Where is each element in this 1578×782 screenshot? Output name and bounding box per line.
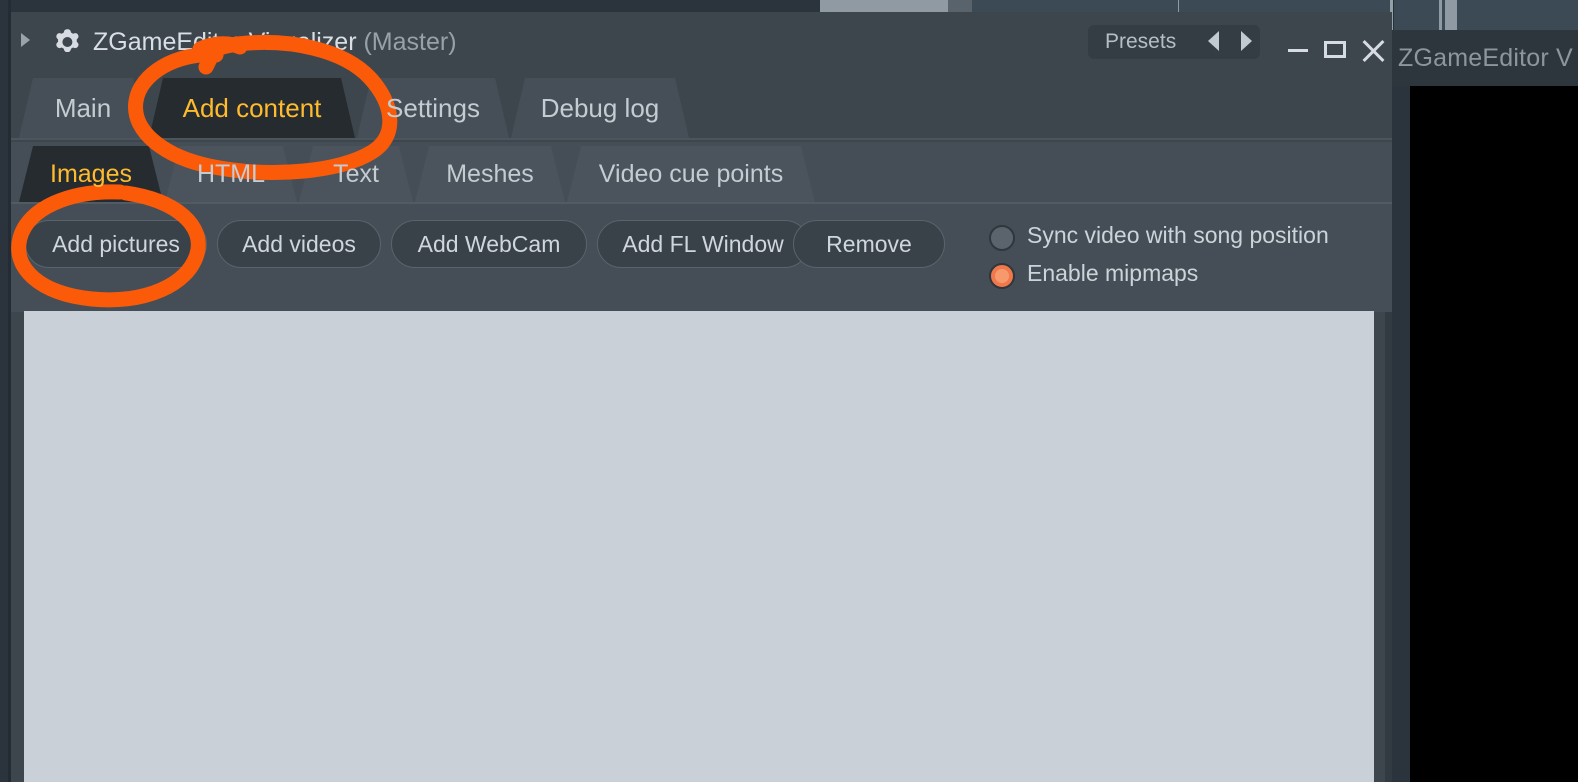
tab-add-content[interactable]: Add content xyxy=(149,78,355,138)
content-toolbar: Add pictures Add videos Add WebCam Add FL W… xyxy=(11,204,1392,312)
radio-button-icon[interactable] xyxy=(989,263,1015,289)
window-title-suffix: (Master) xyxy=(363,28,457,56)
option-enable-mipmaps[interactable]: Enable mipmaps xyxy=(989,260,1409,294)
subtab-label: Images xyxy=(50,159,132,188)
presets-label[interactable]: Presets xyxy=(1105,25,1176,59)
tab-main[interactable]: Main xyxy=(19,78,147,138)
tab-label: Add content xyxy=(182,92,322,123)
subtab-meshes[interactable]: Meshes xyxy=(415,146,565,202)
subtab-html[interactable]: HTML xyxy=(165,146,297,202)
primary-tab-underline xyxy=(11,138,1392,140)
add-fl-window-button[interactable]: Add FL Window xyxy=(597,220,809,268)
add-pictures-button[interactable]: Add pictures xyxy=(25,220,207,268)
subtab-label: Text xyxy=(333,159,379,188)
close-icon[interactable] xyxy=(1361,38,1387,64)
remove-button[interactable]: Remove xyxy=(793,220,945,268)
minimize-icon[interactable] xyxy=(1288,49,1308,52)
add-videos-button[interactable]: Add videos xyxy=(217,220,381,268)
subtab-video-cue-points[interactable]: Video cue points xyxy=(567,146,815,202)
primary-tab-bar: Main Add content Settings Debug log xyxy=(11,78,1392,140)
maximize-icon[interactable] xyxy=(1324,41,1346,58)
zgameeditor-visualizer-window: ZGameEditor Visualizer (Master) Presets … xyxy=(11,12,1392,782)
window-title-main: ZGameEditor Visualizer xyxy=(93,28,357,56)
add-webcam-button[interactable]: Add WebCam xyxy=(391,220,587,268)
subtab-label: Meshes xyxy=(446,159,534,188)
tab-debug-log[interactable]: Debug log xyxy=(511,78,689,138)
content-list-panel[interactable] xyxy=(24,311,1374,782)
radio-button-icon[interactable] xyxy=(989,225,1015,251)
tab-label: Debug log xyxy=(540,92,660,123)
tab-label: Main xyxy=(54,92,112,123)
subtab-label: Video cue points xyxy=(598,159,784,188)
triangle-right-icon[interactable] xyxy=(21,33,30,47)
option-label: Enable mipmaps xyxy=(1027,260,1199,286)
triangle-left-icon[interactable] xyxy=(1208,31,1219,51)
gear-icon[interactable] xyxy=(51,26,83,58)
background-window-title: ZGameEditor V xyxy=(1398,44,1573,72)
secondary-tab-bar: Images HTML Text Meshes Video cue points xyxy=(11,142,1392,204)
option-label: Sync video with song position xyxy=(1027,222,1329,248)
desktop-left-edge xyxy=(0,0,8,782)
radio-fill xyxy=(995,269,1009,283)
subtab-text[interactable]: Text xyxy=(299,146,413,202)
subtab-label: HTML xyxy=(196,159,266,188)
presets-next-triangle-right-icon[interactable] xyxy=(1241,31,1252,51)
tab-label: Settings xyxy=(386,92,480,123)
tab-settings[interactable]: Settings xyxy=(357,78,509,138)
background-window-titlebar: ZGameEditor V xyxy=(1386,30,1578,86)
background-window-canvas xyxy=(1410,86,1578,782)
subtab-images[interactable]: Images xyxy=(19,146,163,202)
content-list-scrollbar[interactable] xyxy=(1385,312,1392,782)
option-sync-video-with-song-position[interactable]: Sync video with song position xyxy=(989,222,1409,256)
window-title: ZGameEditor Visualizer (Master) xyxy=(93,26,457,58)
screen: ZGameEditor V ZGameEditor Visualizer (Ma… xyxy=(0,0,1578,782)
